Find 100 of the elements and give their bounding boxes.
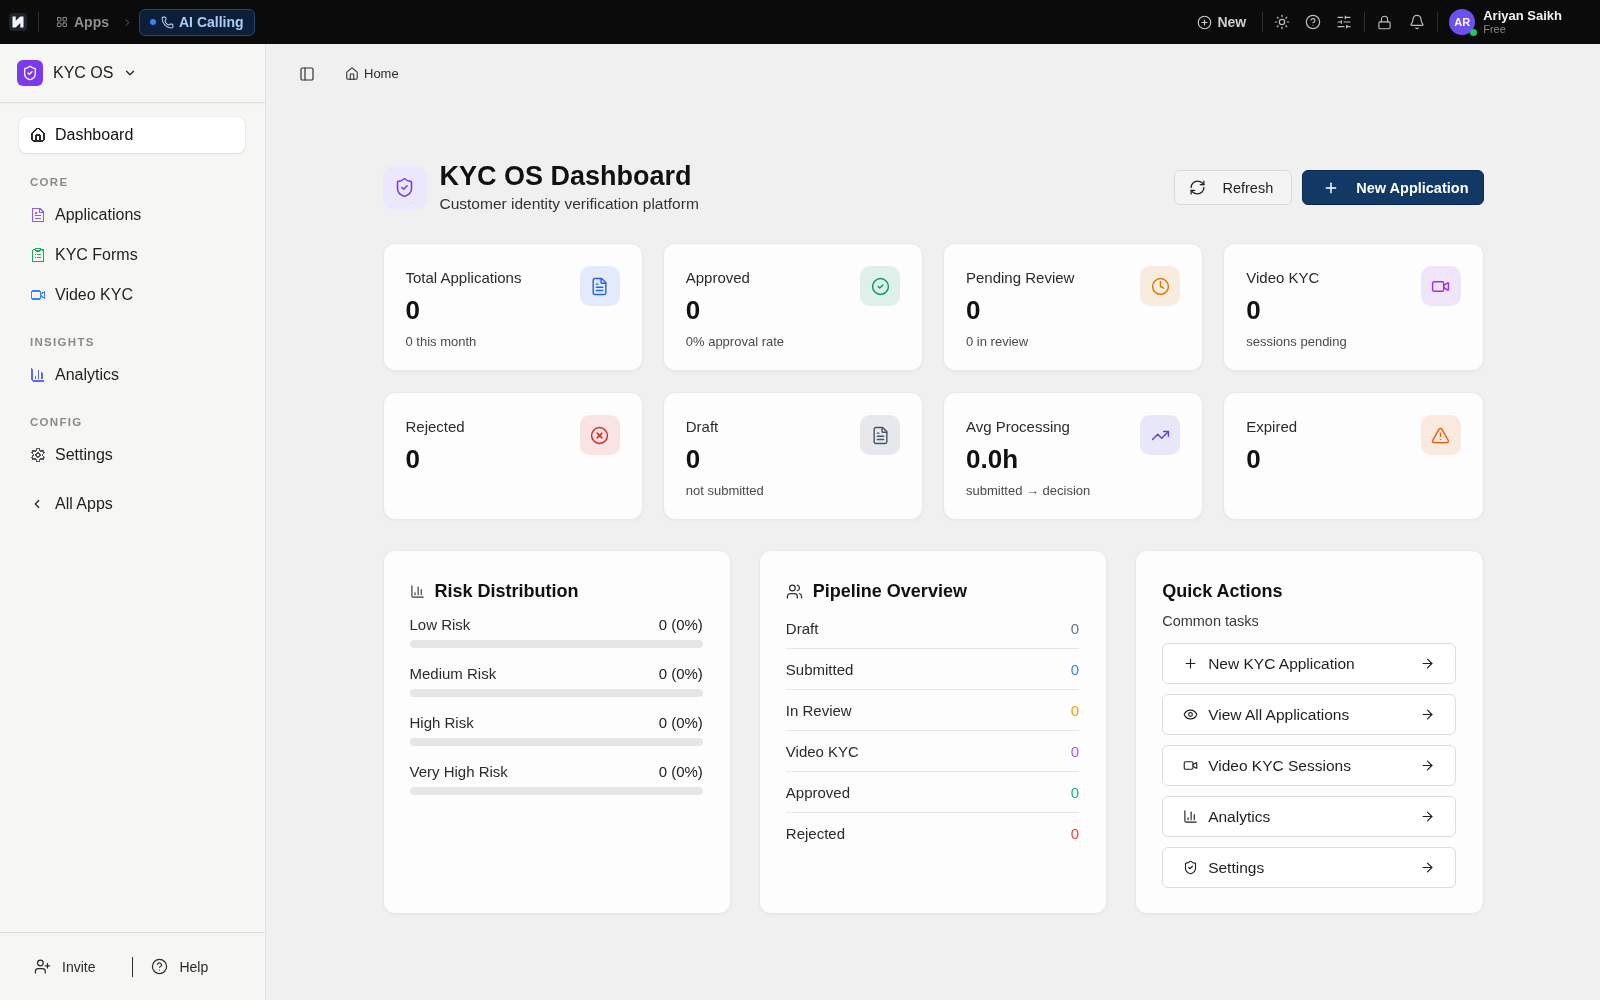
- refresh-icon: [1189, 179, 1207, 196]
- risk-reading: 0 (0%): [658, 762, 703, 780]
- risk-reading: 0 (0%): [658, 615, 703, 633]
- nav-item[interactable]: Settings: [19, 437, 245, 473]
- help-icon[interactable]: [1305, 14, 1322, 30]
- stat-value: 0: [405, 294, 420, 326]
- shield-icon: [17, 60, 43, 86]
- stat-label: Approved: [685, 268, 750, 288]
- help-button[interactable]: Help: [151, 958, 209, 975]
- refresh-button[interactable]: Refresh: [1174, 170, 1293, 205]
- bar-chart-icon: [409, 583, 425, 599]
- stat-value: 0: [685, 443, 701, 475]
- stat-note: sessions pending: [1246, 333, 1347, 351]
- pipeline-label: In Review: [785, 701, 852, 719]
- eye-icon: [1183, 707, 1199, 722]
- grid-icon: [56, 16, 68, 28]
- pipeline-count: 0: [1070, 742, 1080, 760]
- stat-value: 0: [685, 294, 701, 326]
- section-label: CORE: [29, 175, 70, 189]
- bar-chart-icon: [1183, 809, 1199, 824]
- nav-item[interactable]: Dashboard: [19, 117, 245, 153]
- stat-value: 0: [966, 294, 981, 326]
- stat-label: Pending Review: [966, 268, 1075, 288]
- panel-title: Pipeline Overview: [812, 580, 967, 603]
- action-button[interactable]: New KYC Application: [1162, 643, 1456, 684]
- stat-note: 0 in review: [966, 333, 1029, 351]
- arrow-right-icon: [1419, 809, 1435, 824]
- sliders-icon[interactable]: [1336, 14, 1353, 30]
- pipeline-label: Submitted: [785, 660, 854, 678]
- nav-item[interactable]: Analytics: [19, 357, 245, 393]
- stat-label: Expired: [1246, 417, 1298, 437]
- risk-label: Medium Risk: [409, 664, 497, 682]
- help-icon: [151, 958, 169, 975]
- video-camera-icon: [1183, 758, 1199, 773]
- stat-value: 0: [1246, 443, 1261, 475]
- stat-note: submitted → decision: [966, 482, 1091, 500]
- arrow-right-icon: [1419, 707, 1435, 722]
- workspace-switcher[interactable]: KYC OS: [17, 60, 138, 86]
- stat-label: Video KYC: [1246, 268, 1320, 288]
- panel-subtitle: Common tasks: [1162, 612, 1260, 630]
- arrow-right-icon: [1419, 656, 1435, 671]
- stat-note: not submitted: [685, 482, 764, 500]
- pipeline-count: 0: [1070, 701, 1080, 719]
- stat-value: 0: [1246, 294, 1261, 326]
- stat-value: 0.0h: [966, 443, 1019, 475]
- back-link[interactable]: All Apps: [19, 486, 245, 522]
- plus-icon: [1183, 656, 1199, 671]
- action-button[interactable]: Settings: [1162, 847, 1456, 888]
- lock-icon[interactable]: [1377, 14, 1393, 30]
- new-button[interactable]: New: [1197, 14, 1247, 30]
- pipeline-label: Approved: [785, 783, 851, 801]
- new-application-button[interactable]: New Application: [1302, 170, 1484, 205]
- pipeline-count: 0: [1070, 619, 1080, 637]
- shield-icon: [1183, 860, 1199, 875]
- plus-circle-icon: [1197, 14, 1213, 30]
- stat-label: Total Applications: [405, 268, 522, 288]
- pipeline-label: Video KYC: [785, 742, 859, 760]
- users-icon: [785, 582, 803, 600]
- pipeline-count: 0: [1070, 660, 1080, 678]
- stat-note: 0% approval rate: [685, 333, 785, 351]
- user-name: Ariyan Saikh: [1483, 8, 1562, 23]
- arrow-right-icon: [1419, 758, 1435, 773]
- pipeline-label: Rejected: [785, 824, 846, 842]
- phone-icon: [161, 15, 174, 29]
- pipeline-count: 0: [1070, 824, 1080, 842]
- user-plus-icon: [34, 958, 51, 975]
- sidebar-toggle-icon[interactable]: [299, 65, 315, 82]
- home-icon: [345, 66, 359, 81]
- breadcrumb-link[interactable]: Home: [345, 66, 399, 81]
- stat-label: Draft: [685, 417, 719, 437]
- pipeline-label: Draft: [785, 619, 819, 637]
- risk-reading: 0 (0%): [658, 713, 703, 731]
- panel-title: Risk Distribution: [434, 580, 579, 603]
- nav-item[interactable]: Applications: [19, 197, 245, 233]
- invite-button[interactable]: Invite: [34, 958, 96, 975]
- stat-label: Rejected: [405, 417, 465, 437]
- user-plan: Free: [1483, 23, 1507, 36]
- nav-item[interactable]: KYC Forms: [19, 237, 245, 273]
- bell-icon[interactable]: [1409, 14, 1426, 30]
- risk-label: High Risk: [409, 713, 474, 731]
- logo-icon[interactable]: [9, 13, 27, 31]
- risk-label: Very High Risk: [409, 762, 508, 780]
- panel-title: Quick Actions: [1162, 580, 1283, 603]
- action-button[interactable]: Analytics: [1162, 796, 1456, 837]
- page-subtitle: Customer identity verification platform: [439, 194, 699, 214]
- nav-item[interactable]: Video KYC: [19, 277, 245, 313]
- section-label: INSIGHTS: [29, 335, 96, 349]
- page-title: KYC OS Dashboard: [439, 160, 693, 192]
- stat-note: 0 this month: [405, 333, 477, 351]
- app-chip[interactable]: AI Calling: [139, 8, 255, 36]
- action-button[interactable]: Video KYC Sessions: [1162, 745, 1456, 786]
- shield-icon: [382, 165, 427, 210]
- sun-icon[interactable]: [1274, 14, 1291, 30]
- risk-label: Low Risk: [409, 615, 471, 633]
- section-label: CONFIG: [29, 415, 84, 429]
- risk-reading: 0 (0%): [658, 664, 703, 682]
- pipeline-count: 0: [1070, 783, 1080, 801]
- action-button[interactable]: View All Applications: [1162, 694, 1456, 735]
- avatar[interactable]: AR: [1449, 9, 1476, 35]
- apps-link[interactable]: Apps: [56, 14, 109, 30]
